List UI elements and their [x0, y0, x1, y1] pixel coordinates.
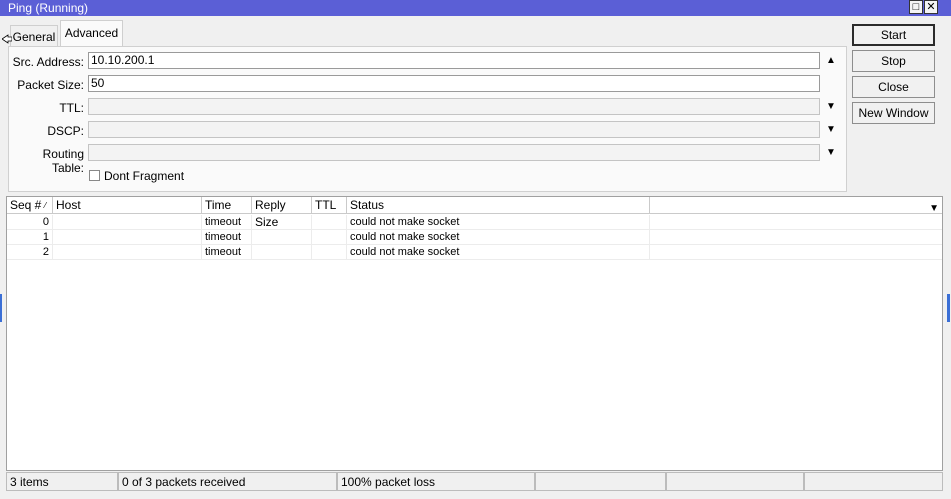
table-row[interactable]: 0 timeout could not make socket	[7, 215, 942, 230]
dont-fragment-checkbox[interactable]	[89, 170, 100, 181]
mouse-cursor-icon	[2, 34, 12, 44]
src-address-label: Src. Address:	[12, 55, 84, 69]
close-icon: ✕	[926, 1, 936, 13]
cell-reply-size	[252, 230, 312, 245]
status-cell-empty	[804, 472, 943, 491]
start-button[interactable]: Start	[852, 24, 935, 46]
table-row[interactable]: 2 timeout could not make socket	[7, 245, 942, 260]
cell-extra	[650, 230, 942, 245]
status-items-count: 3 items	[6, 472, 118, 491]
cell-ttl	[312, 215, 347, 230]
cell-status: could not make socket	[347, 245, 650, 260]
cell-ttl	[312, 245, 347, 260]
packet-size-field[interactable]: 50	[88, 75, 820, 92]
ttl-field[interactable]	[88, 98, 820, 115]
window-title: Ping (Running)	[8, 1, 89, 15]
routing-table-dropdown-icon[interactable]: ▼	[826, 148, 836, 158]
column-header-time[interactable]: Time	[202, 197, 252, 214]
column-header-status[interactable]: Status	[347, 197, 650, 214]
cell-host	[53, 230, 202, 245]
routing-table-field[interactable]	[88, 144, 820, 161]
cell-reply-size	[252, 245, 312, 260]
new-window-button[interactable]: New Window	[852, 102, 935, 124]
cell-reply-size	[252, 215, 312, 230]
dont-fragment-label: Dont Fragment	[104, 169, 185, 183]
cell-host	[53, 245, 202, 260]
close-button[interactable]: Close	[852, 76, 935, 98]
dscp-label: DSCP:	[47, 124, 84, 138]
column-header-host[interactable]: Host	[53, 197, 202, 214]
dscp-dropdown-icon[interactable]: ▼	[826, 125, 836, 135]
cell-ttl	[312, 230, 347, 245]
cell-seq: 1	[7, 230, 53, 245]
column-header-reply-size[interactable]: Reply Size	[252, 197, 312, 229]
cell-time: timeout	[202, 245, 252, 260]
status-cell-empty	[535, 472, 666, 491]
maximize-icon: □	[912, 1, 920, 13]
results-table: Seq # ⁄ Host Time Reply Size TTL Status …	[6, 196, 943, 471]
collapse-up-icon[interactable]: ▲	[826, 56, 836, 66]
column-header-seq[interactable]: Seq # ⁄	[7, 197, 53, 214]
cell-status: could not make socket	[347, 215, 650, 230]
cell-time: timeout	[202, 215, 252, 230]
tab-advanced[interactable]: Advanced	[60, 20, 123, 47]
routing-table-label: Routing Table:	[42, 147, 84, 175]
src-address-field[interactable]: 10.10.200.1	[88, 52, 820, 69]
cell-seq: 0	[7, 215, 53, 230]
stop-button[interactable]: Stop	[852, 50, 935, 72]
tab-advanced-label: Advanced	[64, 26, 119, 40]
tab-general[interactable]: General	[10, 25, 58, 47]
dscp-field[interactable]	[88, 121, 820, 138]
cell-time: timeout	[202, 230, 252, 245]
column-header-ttl[interactable]: TTL	[312, 197, 347, 214]
table-row[interactable]: 1 timeout could not make socket	[7, 230, 942, 245]
ttl-dropdown-icon[interactable]: ▼	[826, 102, 836, 112]
status-packets-received: 0 of 3 packets received	[118, 472, 337, 491]
ttl-label: TTL:	[59, 101, 84, 115]
status-cell-empty	[666, 472, 804, 491]
cell-host	[53, 215, 202, 230]
tab-general-label: General	[12, 30, 56, 44]
background-edge	[0, 294, 2, 322]
status-packet-loss: 100% packet loss	[337, 472, 535, 491]
close-window-button[interactable]: ✕	[924, 0, 938, 14]
column-header-seq-label: Seq #	[10, 198, 42, 212]
column-header-extra[interactable]: ▼	[650, 197, 942, 214]
title-bar[interactable]: Ping (Running) □ ✕	[0, 0, 951, 16]
cell-seq: 2	[7, 245, 53, 260]
maximize-button[interactable]: □	[909, 0, 923, 14]
sort-indicator-icon: ⁄	[44, 201, 47, 210]
cell-status: could not make socket	[347, 230, 650, 245]
status-bar: 3 items 0 of 3 packets received 100% pac…	[6, 472, 943, 491]
cell-extra	[650, 245, 942, 260]
background-edge	[947, 294, 950, 322]
packet-size-label: Packet Size:	[17, 78, 84, 92]
cell-extra	[650, 215, 942, 230]
